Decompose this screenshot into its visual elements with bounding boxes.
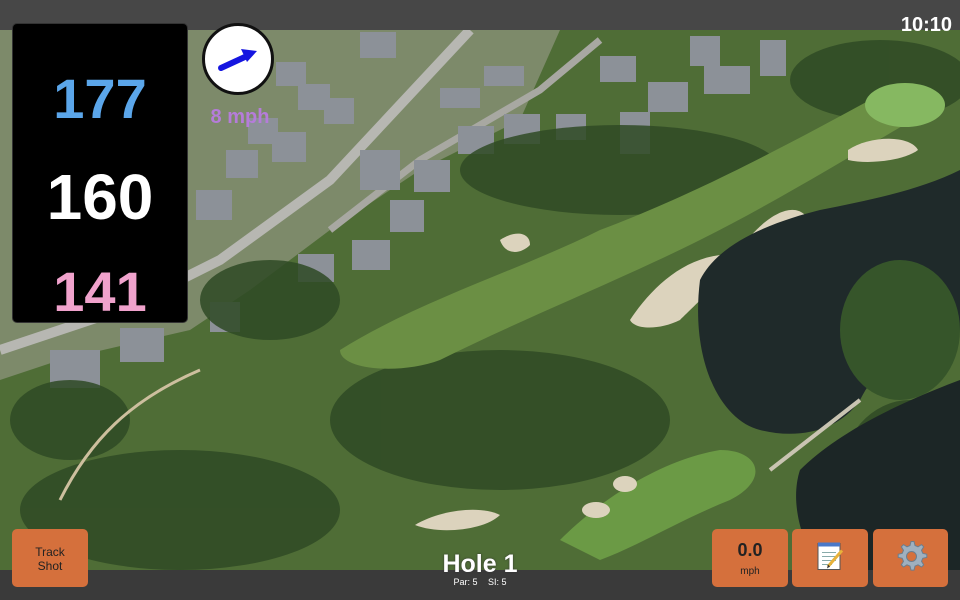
track-shot-button[interactable]: Track Shot xyxy=(12,529,88,587)
wind-direction-arrow-icon xyxy=(218,49,257,71)
track-shot-label-line2: Shot xyxy=(37,559,63,573)
track-shot-label-line1: Track xyxy=(35,545,65,559)
swing-speed-value: 0.0 xyxy=(737,540,763,560)
swing-speed-button[interactable]: 0.0 mph xyxy=(712,529,788,587)
distance-panel: 177 160 141 xyxy=(12,23,188,323)
distance-back: 177 xyxy=(53,67,147,130)
notepad-icon xyxy=(815,540,845,577)
distance-front: 141 xyxy=(53,260,147,323)
gear-icon xyxy=(894,539,928,578)
hole-stroke-index: SI: 5 xyxy=(488,577,507,587)
hole-title: Hole 1 xyxy=(442,550,518,578)
hole-meta: Par: 5 SI: 5 xyxy=(380,577,580,587)
clock-time: 10:10 xyxy=(900,14,952,36)
swing-speed-unit: mph xyxy=(740,566,760,577)
wind-direction-dial[interactable] xyxy=(202,23,274,95)
hole-par: Par: 5 xyxy=(453,577,478,587)
notes-button[interactable] xyxy=(792,529,868,587)
distance-center: 160 xyxy=(46,161,154,233)
wind-speed: 8 mph xyxy=(210,106,270,128)
settings-button[interactable] xyxy=(873,529,948,587)
